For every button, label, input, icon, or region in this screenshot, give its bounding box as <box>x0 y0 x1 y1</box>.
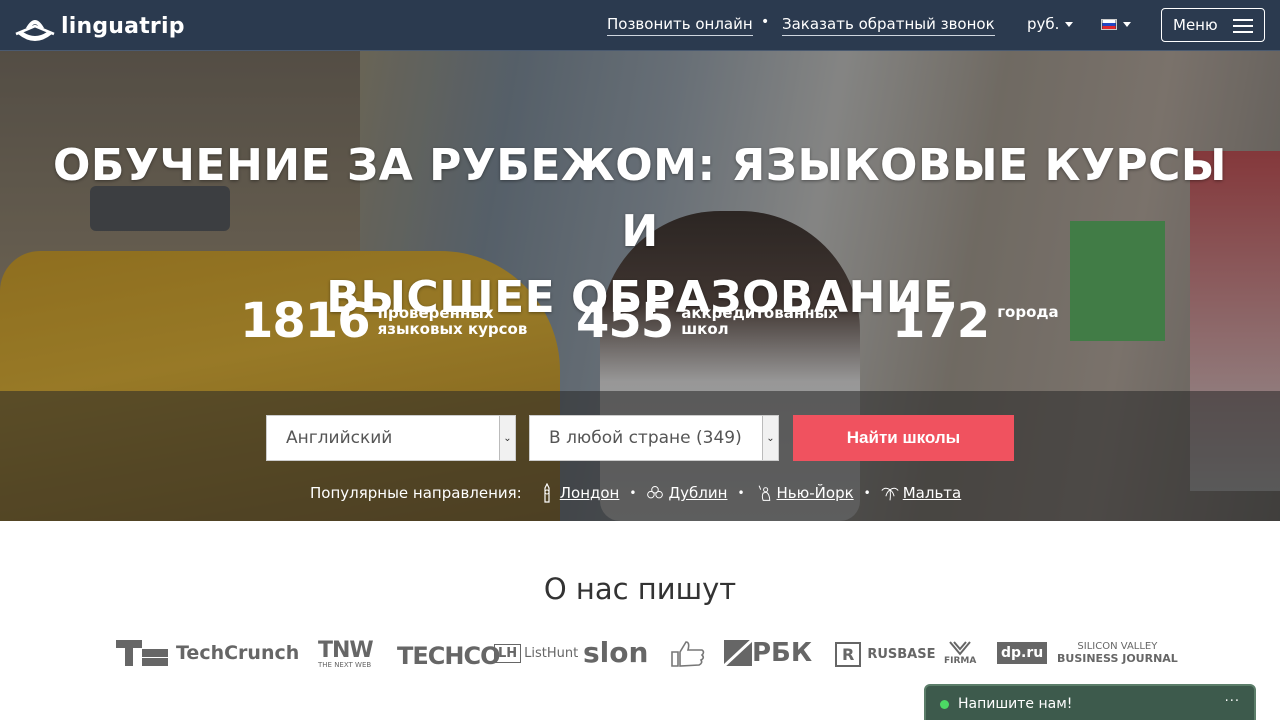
top-header: linguatrip Позвонить онлайн • Заказать о… <box>0 0 1280 51</box>
more-options-icon[interactable]: ··· <box>1225 694 1240 709</box>
popular-malta[interactable]: Мальта <box>881 483 962 503</box>
select-arrow-icon: ⌄ <box>499 416 515 460</box>
popular-dublin[interactable]: Дублин <box>646 483 727 503</box>
rusbase-logo[interactable]: R RUSBASE <box>835 642 935 667</box>
popular-new-york[interactable]: Нью-Йорк <box>755 483 854 503</box>
logo-sublabel: BUSINESS JOURNAL <box>1057 652 1178 665</box>
currency-dropdown[interactable]: руб. <box>1027 15 1074 33</box>
thumbs-up-icon <box>671 641 705 667</box>
country-select-value: В любой стране (349) <box>549 428 742 448</box>
logo-label: RUSBASE <box>867 647 936 662</box>
svbj-logo[interactable]: SILICON VALLEY BUSINESS JOURNAL <box>1057 641 1178 665</box>
stat-cities: 172 города <box>892 293 1059 349</box>
logo-label: FIRMA <box>944 656 977 666</box>
hero-section: ОБУЧЕНИЕ ЗА РУБЕЖОМ: ЯЗЫКОВЫЕ КУРСЫ И ВЫ… <box>0 51 1280 521</box>
stat-number: 172 <box>892 293 990 349</box>
find-schools-button[interactable]: Найти школы <box>793 415 1014 461</box>
techcrunch-logo[interactable]: TechCrunch <box>116 640 299 666</box>
logo-label: TNW <box>318 638 374 663</box>
like-logo[interactable] <box>670 640 706 668</box>
language-select[interactable]: Английский ⌄ <box>266 415 516 461</box>
rbc-logo[interactable]: РБК <box>724 638 812 668</box>
logo-label: SILICON VALLEY <box>1077 641 1158 652</box>
firma-mark-icon <box>949 641 971 656</box>
logo-sublabel: THE NEXT WEB <box>318 661 372 669</box>
rusbase-mark-icon: R <box>835 642 862 667</box>
popular-separator: • <box>737 486 745 500</box>
big-ben-icon <box>544 483 550 503</box>
currency-label: руб. <box>1027 15 1060 33</box>
popular-label: Популярные направления: <box>310 484 522 502</box>
language-select-value: Английский <box>286 428 393 448</box>
popular-link[interactable]: Лондон <box>560 484 620 502</box>
press-title: О нас пишут <box>543 572 737 606</box>
popular-separator: • <box>629 486 637 500</box>
stat-label: города <box>997 304 1058 320</box>
chevron-down-icon <box>1065 22 1074 27</box>
slon-logo[interactable]: slon <box>583 636 648 669</box>
popular-link[interactable]: Мальта <box>903 484 962 502</box>
dpru-logo[interactable]: dp.ru <box>997 642 1048 664</box>
techco-logo[interactable]: TECHCO <box>397 642 500 670</box>
select-arrow-icon: ⌄ <box>762 416 778 460</box>
stat-courses: 1816 проверенных языковых курсов <box>240 293 527 349</box>
popular-link[interactable]: Дублин <box>668 484 727 502</box>
nav-separator: • <box>761 14 770 30</box>
statue-of-liberty-icon <box>758 485 770 501</box>
chat-widget[interactable]: Напишите нам! ··· <box>924 684 1256 720</box>
popular-link[interactable]: Нью-Йорк <box>777 484 854 502</box>
callback-link[interactable]: Заказать обратный звонок <box>782 15 995 36</box>
logo-label: TechCrunch <box>176 642 300 664</box>
popular-separator: • <box>863 486 871 500</box>
linguatrip-logo-icon <box>15 20 55 41</box>
clover-icon <box>647 485 664 499</box>
rbc-mark-icon <box>724 640 752 666</box>
popular-destinations: Популярные направления: Лондон • Дублин … <box>310 483 961 503</box>
stat-schools: 455 аккредитованных школ <box>576 293 838 349</box>
logo-label: slon <box>583 636 649 669</box>
country-select[interactable]: В любой стране (349) ⌄ <box>529 415 779 461</box>
logo-label: ListHunt <box>524 646 579 661</box>
stat-number: 455 <box>576 293 674 349</box>
ru-flag-icon <box>1101 19 1117 30</box>
online-status-icon <box>940 699 949 709</box>
logo-label: TECHCO <box>397 642 500 670</box>
logo-text: linguatrip <box>61 13 185 39</box>
palm-icon <box>881 487 899 501</box>
stat-number: 1816 <box>240 293 371 349</box>
menu-label: Меню <box>1173 16 1218 34</box>
listhunt-mark-icon: LH <box>494 644 522 663</box>
logo[interactable]: linguatrip <box>14 8 185 44</box>
hamburger-icon <box>1233 19 1253 33</box>
stat-label: аккредитованных школ <box>681 305 838 337</box>
stat-label-line2: языковых курсов <box>377 320 528 338</box>
logo-label: dp.ru <box>997 642 1048 664</box>
logo-label: РБК <box>752 638 813 668</box>
stat-label-line2: школ <box>681 320 729 338</box>
chevron-down-icon <box>1123 22 1131 27</box>
firma-logo[interactable]: FIRMA <box>944 640 976 666</box>
chat-label: Напишите нам! <box>958 696 1073 712</box>
popular-london[interactable]: Лондон <box>538 483 620 503</box>
call-online-link[interactable]: Позвонить онлайн <box>607 15 753 36</box>
listhunt-logo[interactable]: LH ListHunt <box>494 644 578 663</box>
stat-label-line1: города <box>997 303 1059 321</box>
hero-title-line1: ОБУЧЕНИЕ ЗА РУБЕЖОМ: ЯЗЫКОВЫЕ КУРСЫ И <box>53 140 1227 257</box>
tnw-logo[interactable]: TNW THE NEXT WEB <box>318 638 374 670</box>
techcrunch-mark-icon <box>116 640 168 666</box>
language-dropdown[interactable] <box>1101 15 1131 33</box>
stat-label: проверенных языковых курсов <box>378 305 528 337</box>
menu-button[interactable]: Меню <box>1161 8 1265 42</box>
